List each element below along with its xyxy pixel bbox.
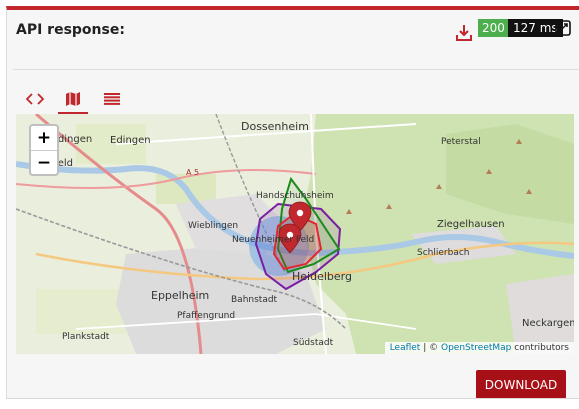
map-label: Eppelheim <box>151 289 209 302</box>
map-label: Edingen <box>110 135 151 146</box>
zoom-out-button[interactable]: − <box>31 151 57 175</box>
map-icon <box>66 92 80 106</box>
zoom-in-button[interactable]: + <box>31 126 57 151</box>
panel-title: API response: <box>16 22 125 38</box>
tab-divider <box>13 69 579 70</box>
tab-list[interactable] <box>97 86 127 112</box>
map-attribution: Leaflet | © OpenStreetMap contributors <box>384 342 574 354</box>
map-label: Südstadt <box>293 338 334 348</box>
panel-bottom-border <box>6 398 579 399</box>
map-label: Handschuhsheim <box>256 191 334 201</box>
osm-link[interactable]: OpenStreetMap <box>441 343 511 353</box>
map-label: Bahnstadt <box>231 295 278 305</box>
map-label: Wieblingen <box>188 221 238 231</box>
map-label: Plankstadt <box>62 332 110 342</box>
status-badge: 200 <box>478 19 509 37</box>
api-response-panel: API response: 200 127 ms Dossenheim Edin… <box>6 6 579 399</box>
code-icon <box>26 93 44 105</box>
expand-icon[interactable] <box>555 20 571 36</box>
attribution-separator: | © <box>423 343 439 353</box>
map-tiles: Dossenheim Edingen -Edingen sfeld Handsc… <box>16 114 574 354</box>
tab-code[interactable] <box>20 86 50 112</box>
map-label: Dossenheim <box>241 120 309 133</box>
map-label: Ziegelhausen <box>437 219 505 230</box>
list-icon <box>104 93 120 105</box>
leaflet-link[interactable]: Leaflet <box>390 343 421 353</box>
map-label: Neckargem <box>522 318 574 329</box>
tab-map[interactable] <box>58 86 88 114</box>
map-label: Heidelberg <box>292 270 352 283</box>
map-label: Pfaffengrund <box>177 311 235 321</box>
attribution-suffix: contributors <box>514 343 569 353</box>
map-label: Peterstal <box>441 137 481 147</box>
map-label: Schlierbach <box>417 248 469 258</box>
download-button[interactable]: DOWNLOAD <box>476 370 566 399</box>
zoom-control: + − <box>29 124 59 176</box>
map-label: Neuenheimer Feld <box>232 235 314 245</box>
download-icon[interactable] <box>456 24 472 42</box>
map-label: A 5 <box>186 168 199 177</box>
map-view[interactable]: Dossenheim Edingen -Edingen sfeld Handsc… <box>16 114 574 354</box>
